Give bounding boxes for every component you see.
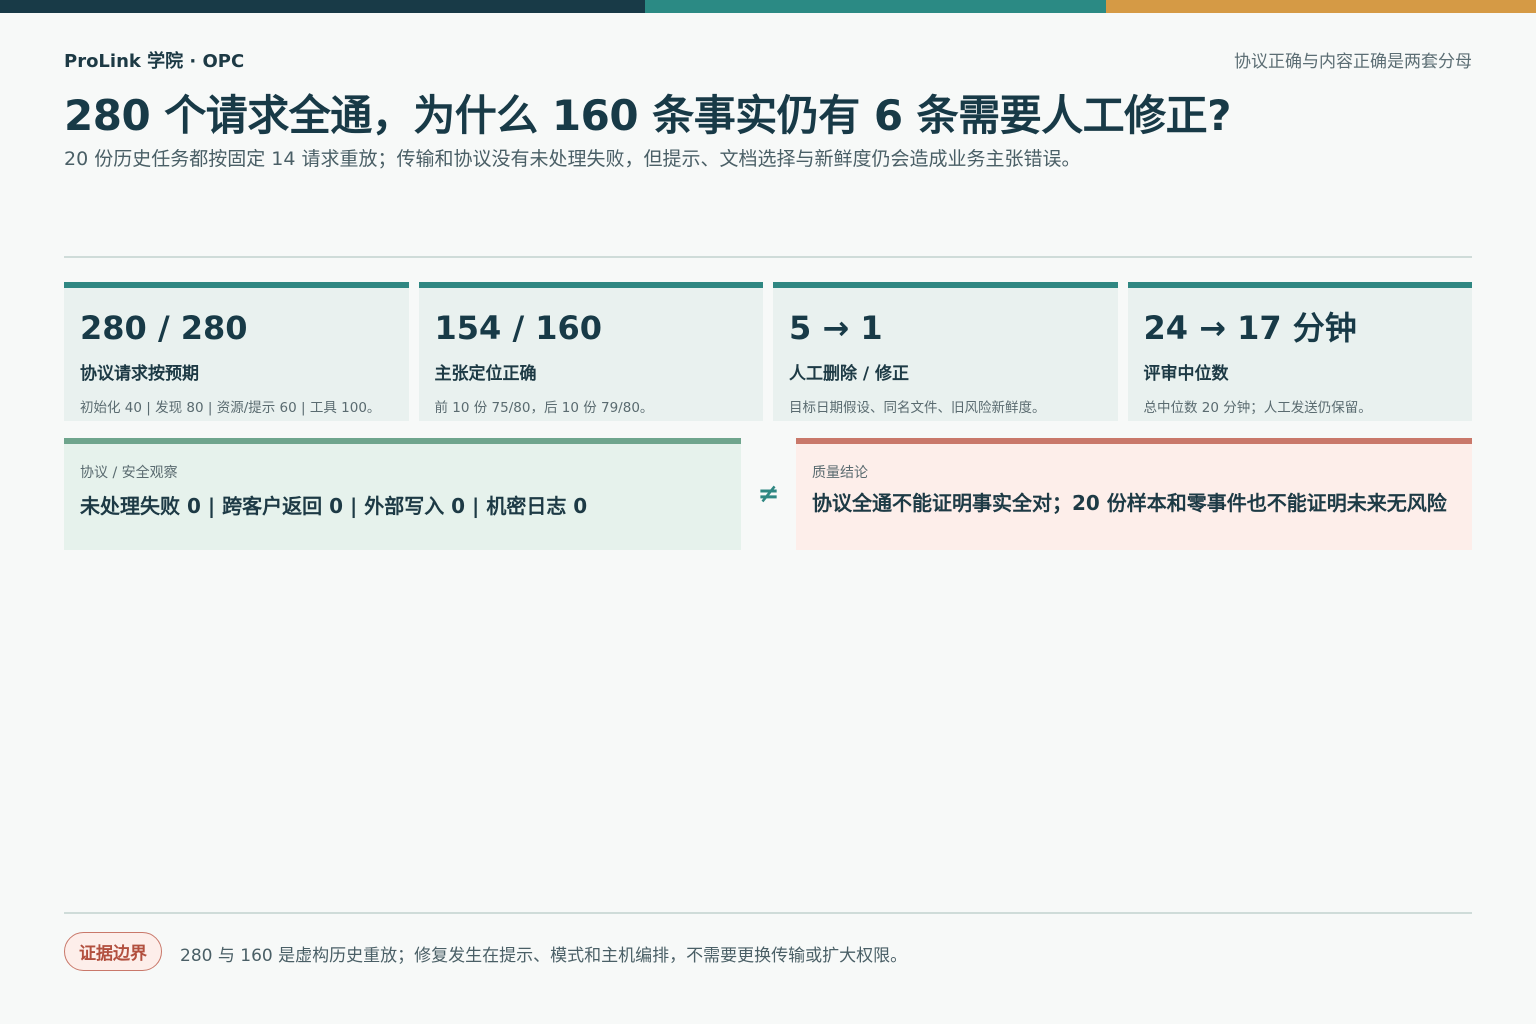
kpi-note: 初始化 40 | 发现 80 | 资源/提示 60 | 工具 100。 bbox=[80, 399, 381, 416]
kpi-label: 人工删除 / 修正 bbox=[789, 363, 910, 384]
kpi-note: 前 10 份 75/80，后 10 份 79/80。 bbox=[434, 399, 654, 416]
kpi-value: 5 → 1 bbox=[789, 309, 883, 347]
divider-bottom bbox=[64, 912, 1472, 914]
kpi-note: 目标日期假设、同名文件、旧风险新鲜度。 bbox=[789, 399, 1046, 416]
divider-top bbox=[64, 256, 1472, 258]
kpi-card-claim-grounding: 154 / 160 主张定位正确 前 10 份 75/80，后 10 份 79/… bbox=[418, 282, 763, 421]
kpi-card-protocol-requests: 280 / 280 协议请求按预期 初始化 40 | 发现 80 | 资源/提示… bbox=[64, 282, 409, 421]
brand-label: ProLink 学院 · OPC bbox=[64, 51, 245, 72]
conclusion-panel: 质量结论 协议全通不能证明事实全对；20 份样本和零事件也不能证明未来无风险 bbox=[796, 438, 1472, 550]
top-bar-teal-segment bbox=[645, 0, 1106, 13]
conclusion-text: 协议全通不能证明事实全对；20 份样本和零事件也不能证明未来无风险 bbox=[812, 491, 1447, 515]
top-bar-navy-segment bbox=[0, 0, 645, 13]
kpi-value: 24 → 17 分钟 bbox=[1143, 309, 1357, 347]
kpi-label: 评审中位数 bbox=[1143, 363, 1229, 384]
tagline: 协议正确与内容正确是两套分母 bbox=[1234, 52, 1472, 72]
top-color-bar bbox=[0, 0, 1536, 13]
page-title: 280 个请求全通，为什么 160 条事实仍有 6 条需要人工修正? bbox=[64, 91, 1232, 140]
footnote-text: 280 与 160 是虚构历史重放；修复发生在提示、模式和主机编排，不需要更换传… bbox=[180, 946, 908, 966]
kpi-row: 280 / 280 协议请求按预期 初始化 40 | 发现 80 | 资源/提示… bbox=[64, 282, 1472, 421]
kpi-card-review-median: 24 → 17 分钟 评审中位数 总中位数 20 分钟；人工发送仍保留。 bbox=[1127, 282, 1472, 421]
not-equal-icon: ≠ bbox=[757, 479, 780, 509]
conclusion-kicker: 质量结论 bbox=[812, 465, 868, 481]
kpi-card-manual-edits: 5 → 1 人工删除 / 修正 目标日期假设、同名文件、旧风险新鲜度。 bbox=[773, 282, 1118, 421]
kpi-value: 280 / 280 bbox=[80, 309, 248, 347]
page-subtitle: 20 份历史任务都按固定 14 请求重放；传输和协议没有未处理失败，但提示、文档… bbox=[64, 148, 1081, 170]
evidence-boundary-badge: 证据边界 bbox=[64, 932, 162, 971]
kpi-label: 主张定位正确 bbox=[434, 363, 537, 384]
kpi-value: 154 / 160 bbox=[434, 309, 603, 347]
observation-kicker: 协议 / 安全观察 bbox=[80, 465, 178, 481]
top-bar-amber-segment bbox=[1106, 0, 1536, 13]
observation-text: 未处理失败 0 | 跨客户返回 0 | 外部写入 0 | 机密日志 0 bbox=[80, 494, 588, 518]
kpi-label: 协议请求按预期 bbox=[80, 363, 199, 384]
kpi-note: 总中位数 20 分钟；人工发送仍保留。 bbox=[1143, 399, 1372, 416]
observation-panel: 协议 / 安全观察 未处理失败 0 | 跨客户返回 0 | 外部写入 0 | 机… bbox=[64, 438, 741, 550]
